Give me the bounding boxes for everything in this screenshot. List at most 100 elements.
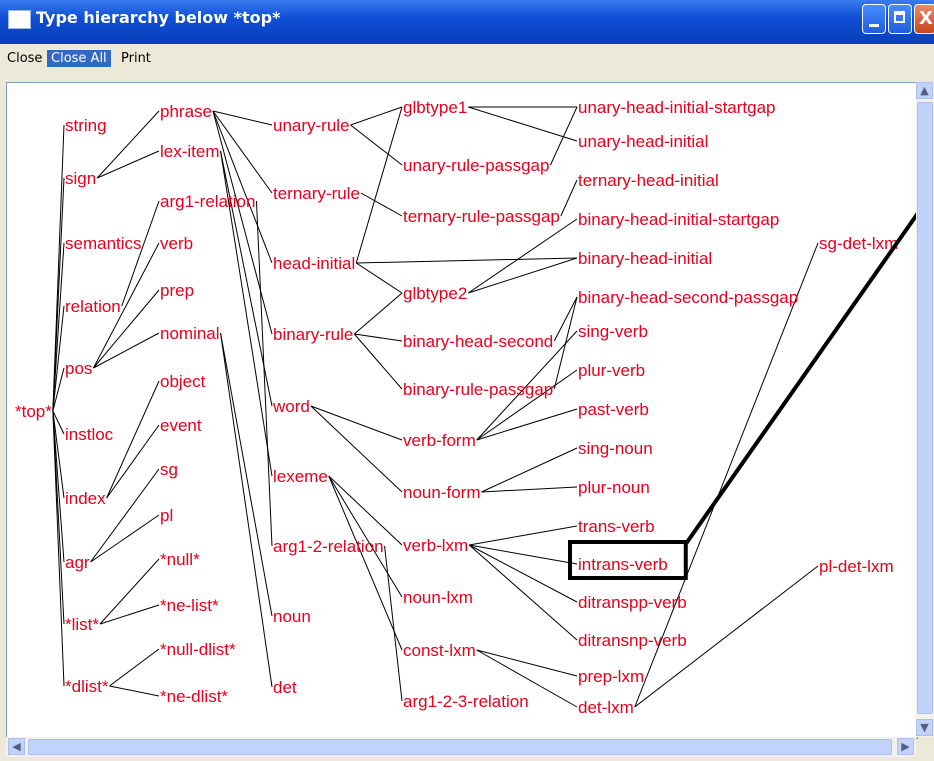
edge-agr-to-pl (90, 514, 160, 563)
type-node-stardliststar[interactable]: *dlist* (65, 677, 109, 696)
type-node-binary-head-second-passgap[interactable]: binary-head-second-passgap (578, 288, 798, 307)
type-node-starne-dliststar[interactable]: *ne-dlist* (160, 687, 228, 706)
type-node-ternary-rule-passgap[interactable]: ternary-rule-passgap (403, 207, 560, 226)
type-node-unary-head-initial-startgap[interactable]: unary-head-initial-startgap (578, 98, 776, 117)
type-node-ternary-head-initial[interactable]: ternary-head-initial (578, 171, 719, 190)
minimize-button[interactable] (862, 4, 886, 34)
edge-glbtype1-to-unary-head-initial (468, 106, 578, 142)
type-node-word[interactable]: word (272, 397, 310, 416)
scroll-right-arrow-icon[interactable]: ▶ (897, 738, 914, 755)
type-node-noun-lxm[interactable]: noun-lxm (403, 588, 473, 607)
type-node-binary-rule-passgap[interactable]: binary-rule-passgap (403, 380, 553, 399)
scroll-left-arrow-icon[interactable]: ◀ (8, 738, 25, 755)
type-node-unary-rule[interactable]: unary-rule (273, 116, 350, 135)
type-node-prep-lxm[interactable]: prep-lxm (578, 667, 644, 686)
edge-head-initial-to-glbtype2 (355, 262, 403, 294)
type-node-unary-rule-passgap[interactable]: unary-rule-passgap (403, 156, 549, 175)
type-node-pl-det-lxm[interactable]: pl-det-lxm (819, 557, 894, 576)
type-node-lex-item[interactable]: lex-item (160, 142, 220, 161)
edge-stardliststar-to-starnull-dliststar (109, 648, 160, 687)
type-node-starliststar[interactable]: *list* (65, 615, 99, 634)
type-node-sg-det-lxm[interactable]: sg-det-lxm (819, 234, 898, 253)
type-node-noun[interactable]: noun (273, 607, 311, 626)
type-node-verb-form[interactable]: verb-form (403, 431, 476, 450)
type-node-noun-form[interactable]: noun-form (403, 483, 480, 502)
type-node-pos[interactable]: pos (65, 359, 92, 378)
type-node-binary-head-initial[interactable]: binary-head-initial (578, 249, 712, 268)
type-node-lexeme[interactable]: lexeme (273, 467, 328, 486)
type-node-sing-noun[interactable]: sing-noun (578, 439, 653, 458)
type-node-verb[interactable]: verb (160, 234, 193, 253)
type-node-ternary-rule[interactable]: ternary-rule (273, 184, 360, 203)
horizontal-scroll-thumb[interactable] (28, 739, 892, 755)
type-node-relation[interactable]: relation (65, 297, 121, 316)
edge-verb-lxm-to-ditransnp-verb (468, 544, 578, 641)
type-node-binary-head-second[interactable]: binary-head-second (403, 332, 553, 351)
type-node-arg1-relation[interactable]: arg1-relation (160, 192, 255, 211)
edge-verb-lxm-to-trans-verb (469, 525, 578, 546)
type-node-det[interactable]: det (273, 678, 297, 697)
edge-glbtype2-to-binary-head-initial-startgap (467, 218, 578, 294)
edge-unary-rule-to-glbtype1 (350, 106, 403, 126)
scroll-up-arrow-icon[interactable]: ▲ (916, 82, 933, 99)
hierarchy-canvas[interactable]: *top* string sign semantics relation pos instl… (6, 82, 918, 739)
type-node-pl[interactable]: pl (160, 506, 173, 525)
vertical-scrollbar[interactable]: ▲ ▼ (916, 82, 934, 737)
vertical-scroll-thumb[interactable] (917, 102, 933, 714)
edge-lexeme-to-verb-lxm (328, 475, 403, 546)
edge-pos-to-nominal (93, 332, 160, 369)
type-node-trans-verb[interactable]: trans-verb (578, 517, 655, 536)
type-node-object[interactable]: object (160, 372, 206, 391)
type-node-binary-head-initial-startgap[interactable]: binary-head-initial-startgap (578, 210, 779, 229)
edge-binary-rule-to-binary-rule-passgap (353, 333, 403, 390)
edge-binary-rule-to-glbtype2 (353, 292, 403, 335)
type-node-sing-verb[interactable]: sing-verb (578, 322, 648, 341)
edge-nominal-to-det (220, 332, 273, 688)
title-bar: Type hierarchy below *top* X (0, 0, 934, 44)
type-node-binary-rule[interactable]: binary-rule (273, 325, 353, 344)
menu-print[interactable]: Print (117, 50, 155, 67)
scroll-down-arrow-icon[interactable]: ▼ (916, 719, 933, 736)
edge-head-initial-to-binary-head-initial (356, 257, 578, 264)
menu-bar: Close Close All Print (0, 44, 934, 75)
type-node-agr[interactable]: agr (65, 553, 90, 572)
type-node-det-lxm[interactable]: det-lxm (578, 698, 634, 717)
horizontal-scrollbar[interactable]: ◀ ▶ (6, 737, 916, 757)
type-node-glbtype1[interactable]: glbtype1 (403, 98, 467, 117)
type-node-string[interactable]: string (65, 116, 107, 135)
type-node-startopstar[interactable]: *top* (15, 402, 52, 421)
type-node-ditranspp-verb[interactable]: ditranspp-verb (578, 593, 687, 612)
type-node-instloc[interactable]: instloc (65, 425, 114, 444)
type-node-starnull-dliststar[interactable]: *null-dlist* (160, 640, 236, 659)
type-node-glbtype2[interactable]: glbtype2 (403, 284, 467, 303)
menu-close[interactable]: Close (3, 50, 46, 67)
type-node-arg1-2-relation[interactable]: arg1-2-relation (273, 537, 384, 556)
edge-verb-lxm-to-ditranspp-verb (468, 544, 578, 603)
type-node-index[interactable]: index (65, 489, 106, 508)
type-node-plur-noun[interactable]: plur-noun (578, 478, 650, 497)
type-node-semantics[interactable]: semantics (65, 234, 142, 253)
edge-noun-form-to-sing-noun (481, 447, 578, 493)
type-node-const-lxm[interactable]: const-lxm (403, 641, 476, 660)
type-node-phrase[interactable]: phrase (160, 102, 212, 121)
maximize-button[interactable] (888, 4, 912, 34)
type-node-starnullstar[interactable]: *null* (160, 550, 200, 569)
menu-close-all[interactable]: Close All (47, 50, 111, 67)
type-node-sg[interactable]: sg (160, 460, 178, 479)
type-node-intrans-verb[interactable]: intrans-verb (578, 555, 668, 574)
type-node-verb-lxm[interactable]: verb-lxm (403, 536, 468, 555)
type-node-nominal[interactable]: nominal (160, 324, 220, 343)
type-node-ditransnp-verb[interactable]: ditransnp-verb (578, 631, 687, 650)
type-node-plur-verb[interactable]: plur-verb (578, 361, 645, 380)
edge-noun-form-to-plur-noun (481, 486, 578, 493)
type-node-arg1-2-3-relation[interactable]: arg1-2-3-relation (403, 692, 529, 711)
type-node-prep[interactable]: prep (160, 281, 194, 300)
type-node-head-initial[interactable]: head-initial (273, 254, 355, 273)
edge-lexeme-to-const-lxm (328, 475, 403, 651)
type-node-event[interactable]: event (160, 416, 202, 435)
type-node-past-verb[interactable]: past-verb (578, 400, 649, 419)
type-node-starne-liststar[interactable]: *ne-list* (160, 596, 219, 615)
type-node-sign[interactable]: sign (65, 169, 96, 188)
close-window-button[interactable]: X (914, 4, 934, 34)
type-node-unary-head-initial[interactable]: unary-head-initial (578, 132, 708, 151)
